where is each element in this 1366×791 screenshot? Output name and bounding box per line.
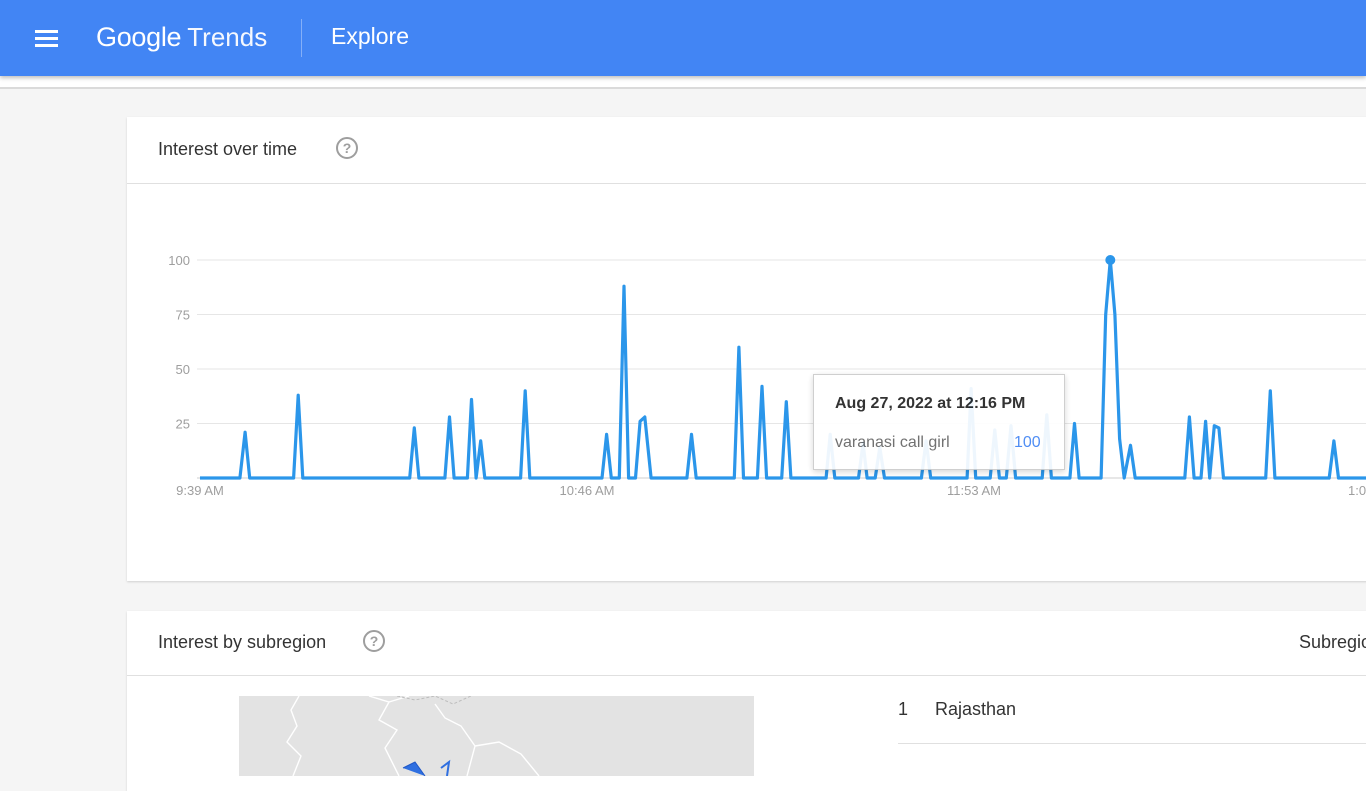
card-title: Interest over time <box>158 139 298 159</box>
list-separator <box>898 743 1366 744</box>
help-icon[interactable]: ? <box>363 630 385 652</box>
help-icon[interactable]: ? <box>336 137 358 159</box>
tooltip-value: 100 <box>1014 434 1041 451</box>
hamburger-menu-icon[interactable] <box>35 30 58 47</box>
header-divider <box>301 19 302 57</box>
map-illustration <box>286 696 540 776</box>
tooltip-term: varanasi call girl <box>835 434 950 451</box>
logo-google-text: Google <box>96 22 182 52</box>
interest-over-time-card: Interest over time ? <box>127 117 1366 581</box>
search-bar-strip <box>0 76 1366 89</box>
card-title: Interest by subregion <box>158 632 327 652</box>
card-header: Interest over time ? <box>127 117 1366 184</box>
subregion-resolution-select[interactable]: Subregion <box>1299 632 1366 653</box>
app-header: Google Trends Explore <box>0 0 1366 76</box>
card-header: Interest by subregion ? <box>127 611 1366 676</box>
tooltip-date: Aug 27, 2022 at 12:16 PM <box>835 395 1026 412</box>
page-title: Explore <box>331 23 409 49</box>
list-rank: 1 <box>898 699 909 719</box>
list-item-name[interactable]: Rajasthan <box>935 699 1016 720</box>
google-trends-logo[interactable]: Google Trends <box>96 22 267 56</box>
chart-tooltip: Aug 27, 2022 at 12:16 PM varanasi call g… <box>813 374 1065 470</box>
logo-trends-text: Trends <box>187 22 268 52</box>
subregion-map[interactable] <box>239 696 754 776</box>
